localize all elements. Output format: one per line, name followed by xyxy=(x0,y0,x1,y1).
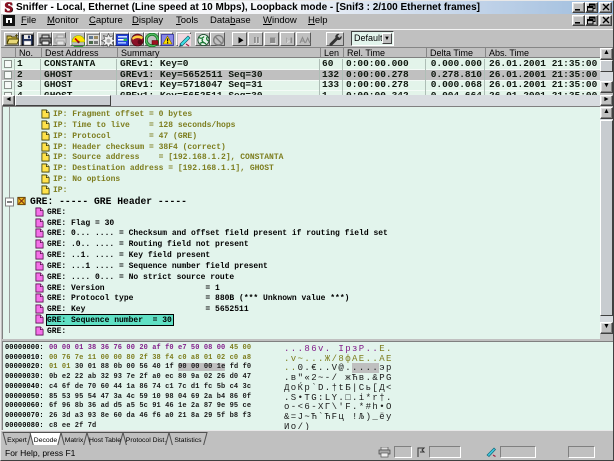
svg-text:Decode: Decode xyxy=(34,437,58,444)
svg-text:Matrix: Matrix xyxy=(65,437,84,444)
svg-text:Host Table: Host Table xyxy=(89,437,121,444)
svg-text:Expert: Expert xyxy=(7,437,27,444)
svg-text:S: S xyxy=(4,1,12,14)
svg-text:Protocol Dist.: Protocol Dist. xyxy=(126,437,167,444)
svg-text:Statistics: Statistics xyxy=(174,437,202,444)
